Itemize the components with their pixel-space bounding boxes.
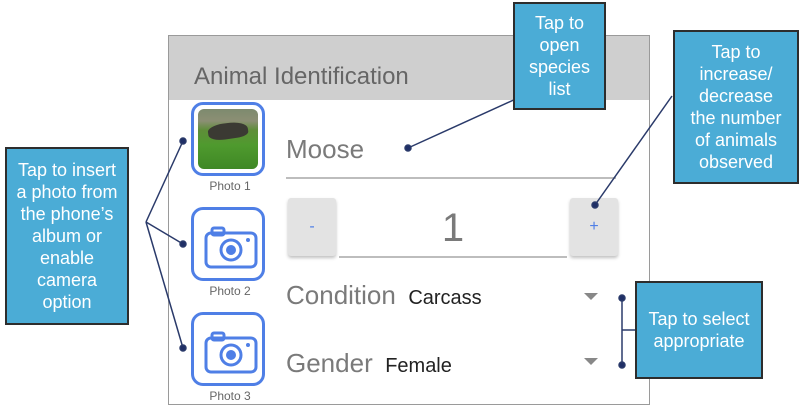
species-underline bbox=[286, 177, 616, 179]
photo-slot-1: Photo 1 bbox=[191, 102, 269, 193]
callout-text: appropriate bbox=[653, 331, 745, 351]
callout-select: Tap to select appropriate bbox=[635, 281, 763, 379]
photo-slot-2: Photo 2 bbox=[191, 207, 269, 298]
photo-1-button[interactable] bbox=[191, 102, 265, 176]
chevron-down-icon[interactable] bbox=[584, 358, 598, 365]
gender-label: Gender bbox=[286, 348, 373, 378]
condition-label: Condition bbox=[286, 280, 396, 310]
increase-button[interactable]: + bbox=[570, 198, 618, 256]
callout-count: Tap to increase/ decrease the number of … bbox=[673, 30, 799, 184]
callout-text: enable bbox=[39, 248, 95, 268]
camera-icon bbox=[204, 331, 258, 374]
page-title: Animal Identification bbox=[194, 63, 409, 90]
photo-1-thumbnail bbox=[198, 109, 258, 169]
callout-text: increase/ bbox=[699, 64, 773, 84]
callout-text: a photo from bbox=[16, 182, 118, 202]
count-underline bbox=[339, 256, 567, 258]
callout-photo: Tap to insert a photo from the phone’s a… bbox=[5, 147, 129, 325]
gender-value: Female bbox=[385, 355, 452, 377]
callout-text: Tap to bbox=[534, 13, 585, 33]
condition-select[interactable]: Condition Carcass bbox=[286, 280, 482, 311]
callout-text: the phone’s bbox=[20, 204, 114, 224]
callout-text: of animals bbox=[694, 130, 778, 150]
condition-value: Carcass bbox=[408, 287, 482, 309]
callout-text: list bbox=[548, 79, 571, 99]
photo-2-caption: Photo 2 bbox=[209, 284, 251, 298]
callout-text: option bbox=[42, 292, 92, 312]
callout-text: Tap to select bbox=[648, 309, 750, 329]
photo-2-button[interactable] bbox=[191, 207, 265, 281]
chevron-down-icon[interactable] bbox=[584, 293, 598, 300]
photo-slot-3: Photo 3 bbox=[191, 312, 269, 403]
callout-text: Tap to bbox=[711, 42, 761, 62]
decrease-button[interactable]: - bbox=[288, 198, 336, 256]
moose-image bbox=[207, 120, 249, 142]
callout-text: the number bbox=[690, 108, 782, 128]
callout-species-list: Tap to open species list bbox=[513, 2, 606, 110]
callout-text: open bbox=[539, 35, 580, 55]
photo-3-caption: Photo 3 bbox=[209, 389, 251, 403]
count-input[interactable]: 1 bbox=[339, 206, 567, 251]
photo-3-button[interactable] bbox=[191, 312, 265, 386]
callout-text: album or bbox=[31, 226, 103, 246]
gender-select[interactable]: Gender Female bbox=[286, 348, 452, 379]
callout-text: Tap to insert bbox=[17, 160, 117, 180]
callout-text: decrease bbox=[698, 86, 774, 106]
photo-1-caption: Photo 1 bbox=[209, 179, 251, 193]
camera-icon bbox=[204, 226, 258, 269]
species-field[interactable]: Moose bbox=[286, 134, 364, 165]
callout-text: camera bbox=[36, 270, 98, 290]
callout-text: species bbox=[528, 57, 591, 77]
callout-text: observed bbox=[698, 152, 774, 172]
